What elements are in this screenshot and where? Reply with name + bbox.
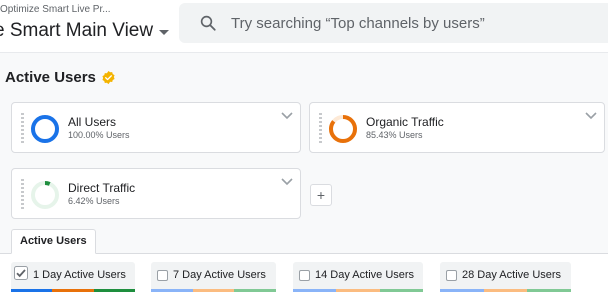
segment-ring-icon bbox=[329, 115, 357, 143]
segment-card-organic-traffic[interactable]: Organic Traffic 85.43% Users bbox=[309, 102, 605, 153]
report-content: Active Users All Users 100.00% Users Org… bbox=[0, 52, 608, 300]
metric-label: 14 Day Active Users bbox=[315, 269, 415, 281]
checkbox-icon[interactable] bbox=[299, 270, 310, 281]
account-breadcrumb[interactable]: Optimize Smart Live Pr... bbox=[0, 4, 111, 15]
metric-color-bar bbox=[151, 289, 277, 292]
top-bar: Optimize Smart Live Pr... e Smart Main V… bbox=[0, 0, 608, 52]
segment-card-direct-traffic[interactable]: Direct Traffic 6.42% Users bbox=[11, 168, 301, 219]
segment-ring-icon bbox=[31, 115, 59, 143]
metric-7-day-active-users[interactable]: 7 Day Active Users bbox=[151, 262, 277, 292]
segment-percentage: 100.00% Users bbox=[68, 130, 130, 140]
metric-28-day-active-users[interactable]: 28 Day Active Users bbox=[440, 262, 572, 292]
dropdown-caret-icon bbox=[159, 29, 170, 35]
drag-handle-icon[interactable] bbox=[21, 113, 24, 143]
search-placeholder: Try searching “Top channels by users” bbox=[231, 14, 485, 32]
add-segment-button[interactable]: + bbox=[310, 184, 332, 206]
checkbox-icon[interactable] bbox=[446, 270, 457, 281]
search-bar[interactable]: Try searching “Top channels by users” bbox=[179, 3, 608, 43]
metric-label: 1 Day Active Users bbox=[33, 269, 126, 281]
segment-card-all-users[interactable]: All Users 100.00% Users bbox=[11, 102, 301, 153]
chevron-down-icon[interactable] bbox=[281, 112, 293, 120]
segment-percentage: 6.42% Users bbox=[68, 196, 120, 206]
metric-color-bar bbox=[440, 289, 572, 292]
view-selector[interactable]: e Smart Main View bbox=[0, 20, 170, 42]
checkbox-icon[interactable] bbox=[157, 270, 168, 281]
drag-handle-icon[interactable] bbox=[21, 179, 24, 209]
checkbox-checked-icon[interactable] bbox=[14, 266, 28, 280]
segment-name: Direct Traffic bbox=[68, 181, 136, 195]
metric-color-bar bbox=[293, 289, 423, 292]
search-icon bbox=[200, 15, 216, 31]
chevron-down-icon[interactable] bbox=[585, 112, 597, 120]
segment-percentage: 85.43% Users bbox=[366, 130, 423, 140]
segment-name: Organic Traffic bbox=[366, 115, 444, 129]
section-title: Active Users bbox=[5, 69, 96, 86]
section-heading: Active Users bbox=[5, 69, 116, 86]
verified-badge-icon bbox=[102, 70, 115, 85]
drag-handle-icon[interactable] bbox=[319, 113, 322, 143]
segment-name: All Users bbox=[68, 115, 117, 129]
metric-color-bar bbox=[11, 289, 135, 292]
metric-label: 28 Day Active Users bbox=[462, 269, 562, 281]
view-name-label: e Smart Main View bbox=[0, 20, 154, 41]
tab-active-users[interactable]: Active Users bbox=[11, 229, 96, 254]
chevron-down-icon[interactable] bbox=[281, 178, 293, 186]
metric-label: 7 Day Active Users bbox=[173, 269, 266, 281]
metric-1-day-active-users[interactable]: 1 Day Active Users bbox=[11, 262, 135, 292]
segment-ring-icon bbox=[31, 181, 59, 209]
metric-14-day-active-users[interactable]: 14 Day Active Users bbox=[293, 262, 423, 292]
